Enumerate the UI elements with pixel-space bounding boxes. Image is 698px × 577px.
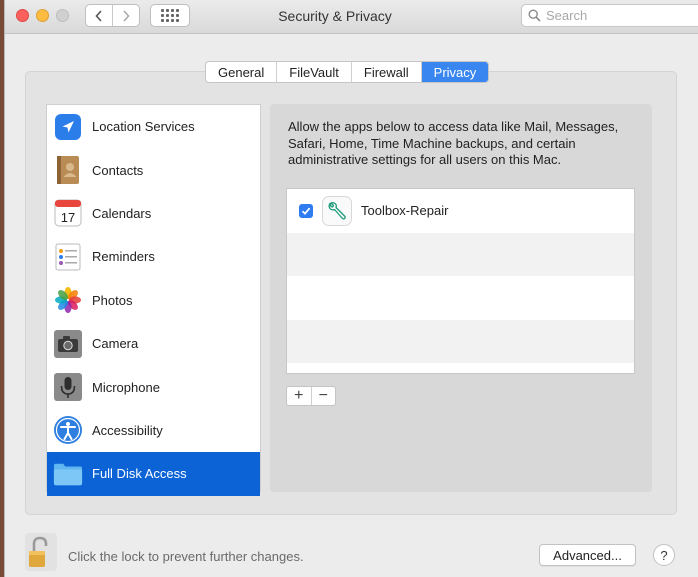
search-icon <box>528 9 541 22</box>
category-accessibility[interactable]: Accessibility <box>47 409 260 452</box>
minimize-window-button[interactable] <box>36 9 49 22</box>
window-title: Security & Privacy <box>278 8 392 24</box>
tab-firewall[interactable]: Firewall <box>350 62 421 82</box>
category-calendars[interactable]: 17 Calendars <box>47 192 260 235</box>
app-name: Toolbox-Repair <box>361 203 449 219</box>
category-camera[interactable]: Camera <box>47 322 260 365</box>
forward-button[interactable] <box>112 5 139 26</box>
category-location-services[interactable]: Location Services <box>47 105 260 148</box>
advanced-button[interactable]: Advanced... <box>539 544 636 566</box>
tab-filevault[interactable]: FileVault <box>276 62 351 82</box>
reminders-list-icon <box>53 242 83 272</box>
category-label: Camera <box>92 336 139 352</box>
close-window-button[interactable] <box>16 9 29 22</box>
help-button[interactable]: ? <box>653 544 675 566</box>
category-label: Accessibility <box>92 422 163 438</box>
wrench-icon <box>322 195 352 226</box>
category-label: Photos <box>92 292 133 308</box>
access-description: Allow the apps below to access data like… <box>288 119 619 167</box>
category-label: Full Disk Access <box>92 466 187 482</box>
category-label: Calendars <box>92 205 152 221</box>
back-button[interactable] <box>86 5 112 26</box>
location-arrow-icon <box>53 112 83 142</box>
folder-icon <box>53 459 83 489</box>
remove-app-button[interactable]: − <box>310 387 336 405</box>
chevron-right-icon <box>123 9 130 22</box>
category-label: Location Services <box>92 119 195 135</box>
title-bar: Security & Privacy <box>5 0 698 34</box>
category-label: Contacts <box>92 162 144 178</box>
privacy-category-list: Location Services Contacts 17 Calendars … <box>46 104 261 496</box>
microphone-icon <box>53 372 83 402</box>
show-all-button[interactable] <box>150 4 190 27</box>
camera-icon <box>53 329 83 359</box>
category-contacts[interactable]: Contacts <box>47 148 260 191</box>
app-row-toolbox-repair[interactable]: Toolbox-Repair <box>287 189 634 233</box>
chevron-left-icon <box>95 9 102 22</box>
app-row-empty <box>287 232 634 276</box>
grid-icon <box>161 9 179 22</box>
app-access-checkbox[interactable] <box>299 203 313 218</box>
category-reminders[interactable]: Reminders <box>47 235 260 278</box>
detail-pane: Allow the apps below to access data like… <box>270 104 652 492</box>
category-full-disk-access[interactable]: Full Disk Access <box>47 452 260 496</box>
svg-text:17: 17 <box>61 210 75 225</box>
checkmark-icon <box>301 207 311 215</box>
tab-bar: General FileVault Firewall Privacy <box>205 61 490 83</box>
tab-privacy[interactable]: Privacy <box>420 62 489 82</box>
add-app-button[interactable]: + <box>287 387 311 405</box>
add-remove-buttons: + − <box>286 386 336 406</box>
tab-general[interactable]: General <box>206 62 276 82</box>
search-input[interactable] <box>546 8 696 23</box>
zoom-window-button[interactable] <box>56 9 69 22</box>
app-row-empty <box>287 276 634 320</box>
category-label: Reminders <box>92 249 155 265</box>
category-photos[interactable]: Photos <box>47 279 260 322</box>
category-label: Microphone <box>92 379 160 395</box>
app-list: Toolbox-Repair <box>286 188 635 374</box>
navigation-buttons <box>85 4 140 27</box>
category-microphone[interactable]: Microphone <box>47 365 260 408</box>
lock-status-text: Click the lock to prevent further change… <box>68 549 304 564</box>
preferences-window: Security & Privacy General FileVault Fir… <box>4 0 698 577</box>
app-row-empty <box>287 319 634 363</box>
calendar-icon: 17 <box>53 198 83 228</box>
accessibility-person-icon <box>53 415 83 445</box>
contacts-book-icon <box>53 155 83 185</box>
photos-flower-icon <box>53 285 83 315</box>
unlocked-padlock-icon[interactable] <box>25 533 57 571</box>
search-field[interactable] <box>521 4 698 27</box>
